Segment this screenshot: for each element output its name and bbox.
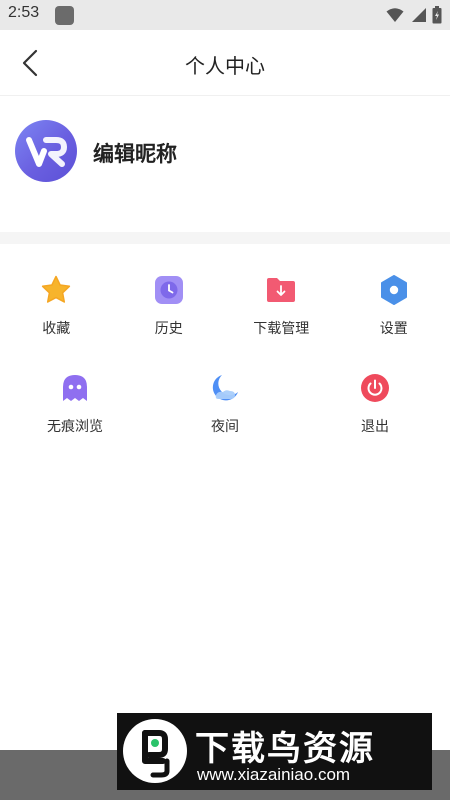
clock-icon bbox=[151, 272, 187, 308]
vr-logo-icon bbox=[26, 137, 67, 167]
section-divider bbox=[0, 232, 450, 244]
menu-item-night-mode[interactable]: 夜间 bbox=[150, 370, 300, 436]
status-time: 2:53 bbox=[8, 4, 40, 21]
menu-item-label: 历史 bbox=[154, 321, 183, 337]
moon-icon bbox=[207, 370, 243, 406]
signal-icon bbox=[412, 8, 426, 22]
ghost-icon bbox=[57, 370, 93, 406]
avatar[interactable] bbox=[15, 120, 77, 182]
menu-item-label: 无痕浏览 bbox=[47, 419, 103, 435]
menu-item-label: 退出 bbox=[361, 419, 389, 435]
watermark-banner: 下载鸟资源 www.xiazainiao.com bbox=[117, 713, 432, 790]
menu-item-label: 夜间 bbox=[211, 419, 239, 435]
status-icons bbox=[386, 6, 442, 24]
menu-item-settings[interactable]: 设置 bbox=[338, 272, 450, 338]
menu-row-2: 无痕浏览 夜间 退出 bbox=[0, 370, 450, 436]
power-icon bbox=[357, 370, 393, 406]
menu-item-logout[interactable]: 退出 bbox=[300, 370, 450, 436]
wifi-icon bbox=[386, 8, 404, 22]
watermark-title: 下载鸟资源 bbox=[195, 729, 375, 769]
hexagon-settings-icon bbox=[376, 272, 412, 308]
star-icon bbox=[38, 272, 74, 308]
menu-item-download-manager[interactable]: 下载管理 bbox=[225, 272, 338, 338]
menu-item-incognito[interactable]: 无痕浏览 bbox=[0, 370, 150, 436]
bird-logo-icon bbox=[123, 719, 187, 783]
profile-section[interactable]: 编辑昵称 bbox=[0, 96, 450, 232]
menu-item-favorites[interactable]: 收藏 bbox=[0, 272, 113, 338]
watermark-url: www.xiazainiao.com bbox=[197, 765, 351, 784]
battery-icon bbox=[432, 6, 442, 24]
menu-row-1: 收藏 历史 下载管理 设置 bbox=[0, 272, 450, 338]
menu-item-history[interactable]: 历史 bbox=[113, 272, 226, 338]
menu-item-label: 下载管理 bbox=[253, 321, 310, 337]
menu-item-label: 收藏 bbox=[42, 321, 71, 337]
app-notification-icon bbox=[55, 6, 74, 25]
header: 个人中心 bbox=[0, 30, 450, 96]
page-title: 个人中心 bbox=[185, 54, 265, 78]
nickname[interactable]: 编辑昵称 bbox=[93, 138, 177, 168]
status-bar: 2:53 bbox=[0, 0, 450, 30]
menu-item-label: 设置 bbox=[379, 321, 408, 337]
download-folder-icon bbox=[263, 272, 299, 308]
